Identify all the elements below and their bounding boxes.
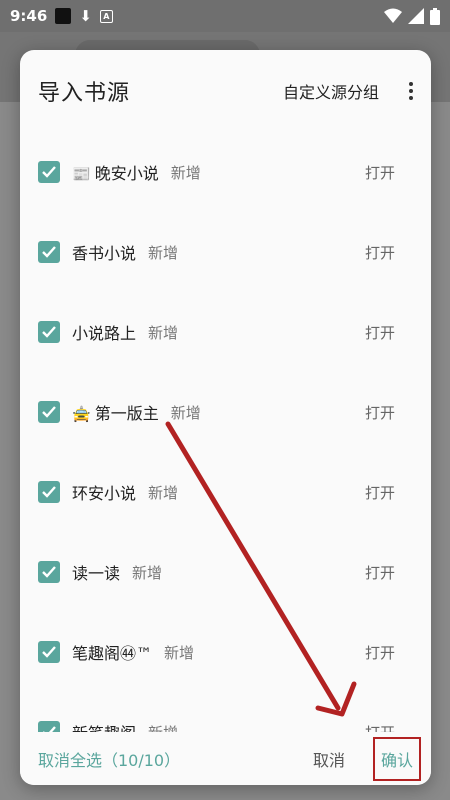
more-vertical-icon[interactable] [401,82,421,100]
list-item[interactable]: 读一读 新增 打开 [20,532,431,612]
open-button[interactable]: 打开 [365,642,395,663]
list-item[interactable]: 🚖 第一版主 新增 打开 [20,372,431,452]
black-square-icon [55,8,72,24]
status-time: 9:46 [10,7,48,25]
confirm-button[interactable]: 确认 [372,737,421,781]
list-item[interactable]: 笔趣阁㊹™ 新增 打开 [20,612,431,692]
source-name: 读一读 [72,564,121,583]
checkbox[interactable] [38,721,60,732]
new-tag: 新增 [170,403,201,422]
new-tag: 新增 [148,483,179,502]
dialog-footer: 取消全选（10/10） 取消 确认 [20,733,431,785]
check-icon [42,406,56,418]
open-button[interactable]: 打开 [365,242,395,263]
dialog-title: 导入书源 [38,81,131,106]
checkbox[interactable] [38,401,60,423]
list-item[interactable]: 环安小说 新增 打开 [20,452,431,532]
list-item[interactable]: 新笔趣阁 新增 打开 [20,692,431,732]
signal-icon [408,8,424,24]
open-button[interactable]: 打开 [365,402,395,423]
open-button[interactable]: 打开 [365,482,395,503]
wifi-icon [384,8,402,23]
status-bar: 9:46 ⬇ A [0,0,450,32]
checkbox[interactable] [38,561,60,583]
source-name: 香书小说 [72,244,137,263]
new-tag: 新增 [148,323,179,342]
checkbox[interactable] [38,641,60,663]
open-button[interactable]: 打开 [365,322,395,343]
new-tag: 新增 [170,163,201,182]
new-tag: 新增 [148,722,178,733]
source-name: 🚖 第一版主 [72,404,159,423]
check-icon [42,566,56,578]
import-source-dialog: 导入书源 自定义源分组 📰 晚安小说 新增 打开 香书小说 新增 打开 小说路上 … [20,50,431,785]
list-item[interactable]: 📰 晚安小说 新增 打开 [20,132,431,212]
new-tag: 新增 [164,643,195,662]
newspaper-icon: 📰 [72,165,91,183]
source-list[interactable]: 📰 晚安小说 新增 打开 香书小说 新增 打开 小说路上 新增 打开 🚖 第一版主 … [20,132,431,732]
source-name: 小说路上 [72,324,137,343]
download-icon: ⬇ [79,6,92,25]
checkbox[interactable] [38,161,60,183]
new-tag: 新增 [132,563,163,582]
checkbox[interactable] [38,481,60,503]
source-name: 笔趣阁㊹™ [72,644,153,663]
deselect-all-button[interactable]: 取消全选（10/10） [38,747,180,771]
source-name: 📰 晚安小说 [72,164,159,183]
checkbox[interactable] [38,321,60,343]
check-icon [42,646,56,658]
list-item[interactable]: 香书小说 新增 打开 [20,212,431,292]
checkbox[interactable] [38,241,60,263]
check-icon [42,166,56,178]
custom-group-button[interactable]: 自定义源分组 [283,79,379,103]
a-box-icon: A [99,9,113,23]
taxi-icon: 🚖 [72,405,91,423]
check-icon [42,326,56,338]
check-icon [42,486,56,498]
new-tag: 新增 [148,243,179,262]
open-button[interactable]: 打开 [365,162,395,183]
open-button[interactable]: 打开 [365,722,395,733]
cancel-button[interactable]: 取消 [313,747,345,771]
source-name: 环安小说 [72,484,137,503]
source-name: 新笔趣阁 [72,720,136,732]
check-icon [42,246,56,258]
list-item[interactable]: 小说路上 新增 打开 [20,292,431,372]
open-button[interactable]: 打开 [365,562,395,583]
check-icon [43,726,56,732]
dialog-header: 导入书源 自定义源分组 [20,50,431,132]
battery-icon [430,7,440,25]
